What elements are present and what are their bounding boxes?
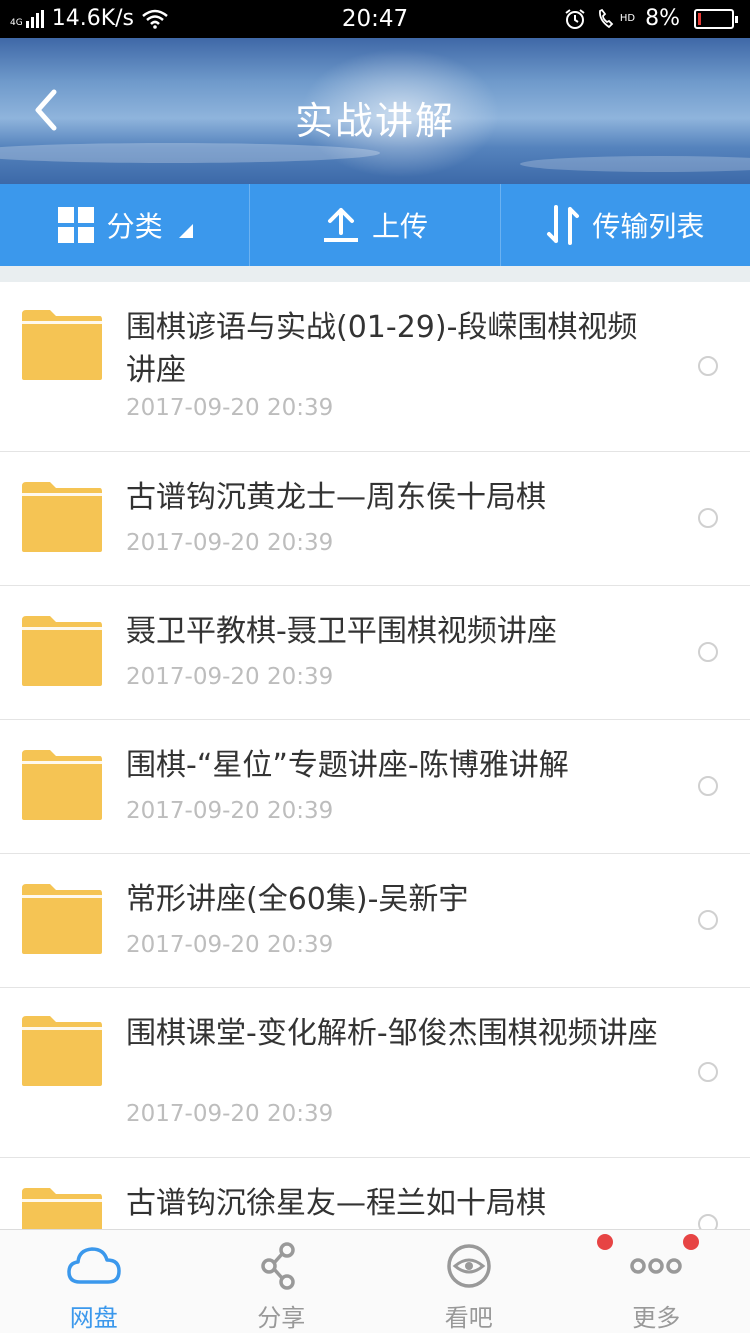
folder-icon — [22, 310, 102, 380]
status-right: HD 8% — [564, 6, 738, 31]
eye-icon — [447, 1244, 491, 1288]
select-radio[interactable] — [698, 1062, 718, 1082]
file-date: 2017-09-20 20:39 — [126, 530, 334, 556]
battery-icon — [694, 8, 738, 29]
file-name: 围棋谚语与实战(01-29)-段嵘围棋视频讲座 — [126, 310, 638, 388]
file-date: 2017-09-20 20:39 — [126, 1101, 334, 1127]
transfer-list-label: 传输列表 — [592, 210, 705, 243]
bottom-nav: 网盘 分享 看吧 更多 — [0, 1229, 750, 1333]
nav-label: 分享 — [257, 1304, 306, 1332]
dropdown-caret-icon — [178, 224, 193, 238]
header-banner: 实战讲解 — [0, 38, 750, 184]
file-date: 2017-09-20 20:39 — [126, 798, 334, 824]
file-name: 古谱钩沉徐星友—程兰如十局棋 — [126, 1186, 546, 1221]
nav-item-watch[interactable]: 看吧 — [375, 1230, 613, 1333]
file-name: 围棋-“星位”专题讲座-陈博雅讲解 — [126, 748, 569, 783]
battery-percent: 8% — [645, 6, 680, 31]
list-item[interactable]: 围棋-“星位”专题讲座-陈博雅讲解 2017-09-20 20:39 — [0, 720, 750, 854]
grid-icon — [57, 207, 94, 243]
list-item[interactable]: 围棋课堂-变化解析-邹俊杰围棋视频讲座 2017-09-20 20:39 — [0, 988, 750, 1158]
alarm-icon — [565, 8, 585, 29]
list-item[interactable]: 古谱钩沉徐星友—程兰如十局棋 — [0, 1158, 750, 1229]
file-date: 2017-09-20 20:39 — [126, 932, 334, 958]
notification-badge — [682, 1234, 699, 1250]
status-bar: 4G 14.6K/s 20:47 HD 8% — [0, 0, 750, 38]
upload-button[interactable]: 上传 — [250, 184, 501, 266]
category-button[interactable]: 分类 — [0, 184, 251, 266]
list-item[interactable]: 古谱钩沉黄龙士—周东侯十局棋 2017-09-20 20:39 — [0, 452, 750, 586]
transfer-icon — [547, 205, 580, 245]
file-date: 2017-09-20 20:39 — [126, 664, 334, 690]
list-item[interactable]: 围棋谚语与实战(01-29)-段嵘围棋视频讲座 2017-09-20 20:39 — [0, 282, 750, 452]
upload-icon — [323, 208, 358, 242]
list-item[interactable]: 常形讲座(全60集)-吴新宇 2017-09-20 20:39 — [0, 854, 750, 988]
select-radio[interactable] — [698, 508, 718, 528]
select-radio[interactable] — [698, 356, 718, 376]
select-radio[interactable] — [698, 1214, 718, 1229]
list-item[interactable]: 聂卫平教棋-聂卫平围棋视频讲座 2017-09-20 20:39 — [0, 586, 750, 720]
page-title: 实战讲解 — [294, 99, 455, 143]
hd-label: HD — [619, 13, 636, 24]
select-radio[interactable] — [698, 642, 718, 662]
folder-icon — [22, 750, 102, 820]
call-hd-indicator: HD — [596, 8, 635, 30]
divider — [0, 266, 750, 282]
folder-icon — [22, 482, 102, 552]
file-date: 2017-09-20 20:39 — [126, 395, 334, 421]
file-list: 围棋谚语与实战(01-29)-段嵘围棋视频讲座 2017-09-20 20:39… — [0, 282, 750, 1229]
select-radio[interactable] — [698, 910, 718, 930]
category-label: 分类 — [106, 210, 163, 243]
select-radio[interactable] — [698, 776, 718, 796]
folder-icon — [22, 616, 102, 686]
transfer-list-button[interactable]: 传输列表 — [501, 184, 750, 266]
nav-item-more[interactable]: 更多 — [563, 1230, 750, 1333]
folder-icon — [22, 884, 102, 954]
file-name: 常形讲座(全60集)-吴新宇 — [126, 882, 469, 917]
nav-item-share[interactable]: 分享 — [188, 1230, 376, 1333]
more-icon — [630, 1258, 682, 1274]
cloud-icon — [67, 1247, 121, 1284]
share-icon — [261, 1242, 295, 1290]
nav-label: 网盘 — [69, 1304, 118, 1332]
folder-icon — [22, 1188, 102, 1229]
nav-label: 更多 — [632, 1304, 681, 1332]
upload-label: 上传 — [371, 210, 428, 243]
file-name: 聂卫平教棋-聂卫平围棋视频讲座 — [126, 614, 557, 649]
nav-item-netdisk[interactable]: 网盘 — [0, 1230, 188, 1333]
action-toolbar: 分类 上传 传输列表 — [0, 184, 750, 266]
file-name: 古谱钩沉黄龙士—周东侯十局棋 — [126, 480, 546, 515]
file-name: 围棋课堂-变化解析-邹俊杰围棋视频讲座 — [126, 1016, 658, 1051]
phone-icon — [598, 8, 614, 28]
nav-label: 看吧 — [444, 1304, 493, 1332]
folder-icon — [22, 1016, 102, 1086]
